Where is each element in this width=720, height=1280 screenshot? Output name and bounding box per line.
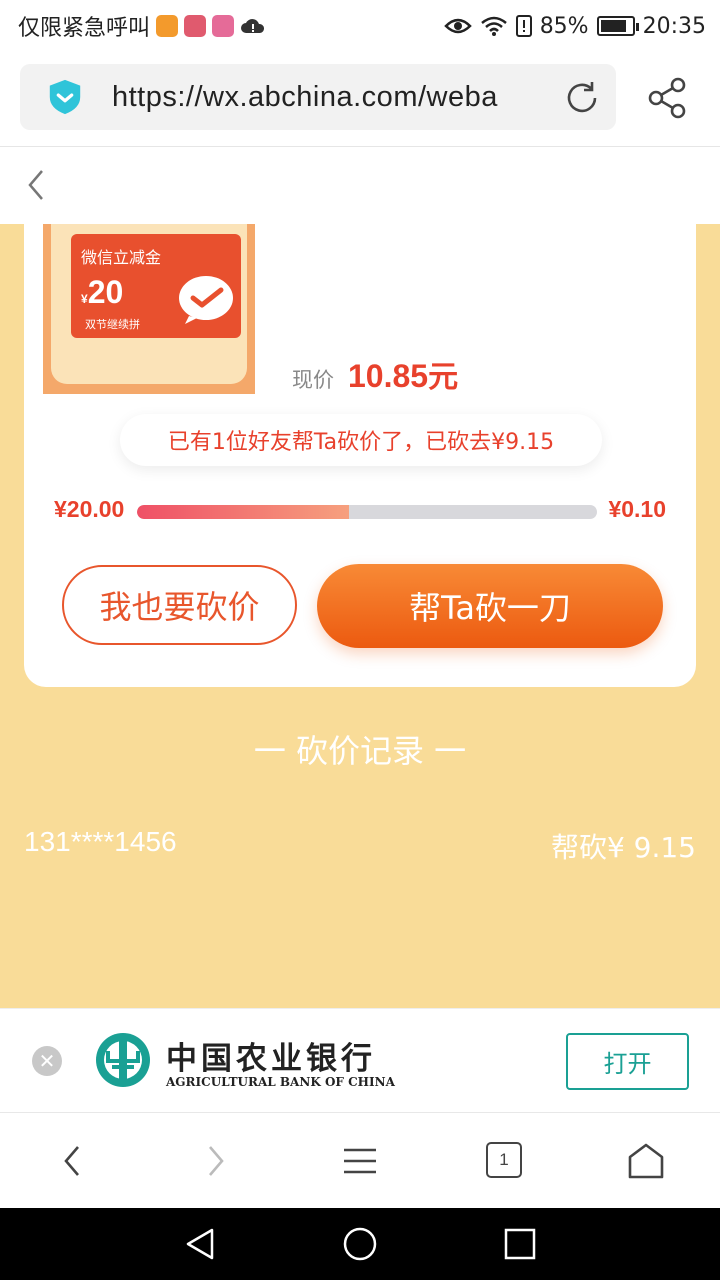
app-pink-icon xyxy=(212,15,235,37)
record-amount: 帮砍¥ 9.15 xyxy=(550,831,696,864)
chevron-left-icon[interactable] xyxy=(22,165,50,205)
coupon-subtitle: 双节继续拼 xyxy=(85,318,140,331)
eye-icon xyxy=(443,18,472,34)
end-price: ¥0.10 xyxy=(608,496,666,522)
reload-icon[interactable] xyxy=(562,78,602,118)
coupon-graphic: 微信立减金 ¥20 双节继续拼 xyxy=(71,234,241,338)
battery-fill xyxy=(600,20,627,32)
price-value: 10.85 xyxy=(348,358,429,394)
page-header xyxy=(0,146,720,224)
bargain-info-text: 已有1位好友帮Ta砍价了，已砍去¥9.15 xyxy=(167,430,555,455)
browser-toolbar xyxy=(0,1112,720,1208)
start-price: ¥20.00 xyxy=(54,496,125,522)
address-field[interactable]: https://wx.abchina.com/weba xyxy=(20,64,616,130)
battery-percent: 85% xyxy=(539,13,589,39)
url-text: https://wx.abchina.com/weba xyxy=(112,80,498,113)
app-banner: ✕ 中国农业银行 AGRICULTURAL BANK OF CHINA 打开 xyxy=(0,1008,720,1112)
app-pin-icon xyxy=(184,15,207,37)
bargain-card: 微信立减金 ¥20 双节继续拼 现价 10.85元 已有1位好友帮Ta砍价了，已… xyxy=(24,224,696,687)
nav-home-icon[interactable] xyxy=(342,1226,378,1262)
status-left: 仅限紧急呼叫 xyxy=(18,10,266,42)
browser-url-bar: https://wx.abchina.com/weba xyxy=(0,52,720,146)
price-label: 现价 xyxy=(292,368,334,392)
record-user: 131****1456 xyxy=(24,826,177,857)
coupon-title: 微信立减金 xyxy=(81,248,162,267)
battery-icon xyxy=(596,16,639,36)
shield-icon xyxy=(49,79,81,115)
back-icon[interactable] xyxy=(52,1141,92,1181)
wechat-pay-logo-icon xyxy=(179,276,233,324)
tabs-icon[interactable]: 1 xyxy=(486,1142,522,1178)
product-image[interactable]: 微信立减金 ¥20 双节继续拼 xyxy=(43,224,255,394)
abc-logo-icon xyxy=(96,1033,150,1087)
current-price: 10.85元 xyxy=(348,352,458,396)
bargain-info-pill: 已有1位好友帮Ta砍价了，已砍去¥9.15 xyxy=(120,414,602,466)
records-title: 一 砍价记录 一 xyxy=(253,732,467,770)
nav-back-icon[interactable] xyxy=(182,1226,218,1262)
price-unit: 元 xyxy=(428,361,459,394)
system-nav-bar xyxy=(0,1208,720,1280)
self-bargain-button[interactable]: 我也要砍价 xyxy=(62,565,297,645)
coupon-amount: 20 xyxy=(87,274,124,310)
cloud-icon xyxy=(241,19,265,33)
close-icon[interactable]: ✕ xyxy=(32,1046,62,1076)
share-icon[interactable] xyxy=(646,76,690,120)
menu-icon[interactable] xyxy=(340,1141,380,1181)
open-app-button[interactable]: 打开 xyxy=(566,1033,689,1090)
status-bar: 仅限紧急呼叫 85% 20:35 xyxy=(0,0,720,52)
bank-name: 中国农业银行 xyxy=(166,1041,376,1077)
clock: 20:35 xyxy=(642,13,706,39)
coupon-amount-wrap: ¥20 xyxy=(81,274,123,311)
wifi-icon xyxy=(480,16,507,36)
carrier-text: 仅限紧急呼叫 xyxy=(18,16,151,41)
alert-icon xyxy=(515,15,532,37)
status-right: 85% 20:35 xyxy=(443,13,706,39)
forward-icon[interactable] xyxy=(196,1141,236,1181)
bank-name-english: AGRICULTURAL BANK OF CHINA xyxy=(166,1075,395,1089)
bargain-progress-bar xyxy=(137,505,597,519)
product-image-bg: 微信立减金 ¥20 双节继续拼 xyxy=(51,224,247,384)
home-icon[interactable] xyxy=(626,1141,666,1181)
coupon-currency: ¥ xyxy=(81,292,88,306)
help-bargain-button[interactable]: 帮Ta砍一刀 xyxy=(317,564,663,648)
uc-browser-icon xyxy=(156,15,179,37)
bargain-progress-fill xyxy=(137,505,349,519)
nav-recents-icon[interactable] xyxy=(502,1226,538,1262)
